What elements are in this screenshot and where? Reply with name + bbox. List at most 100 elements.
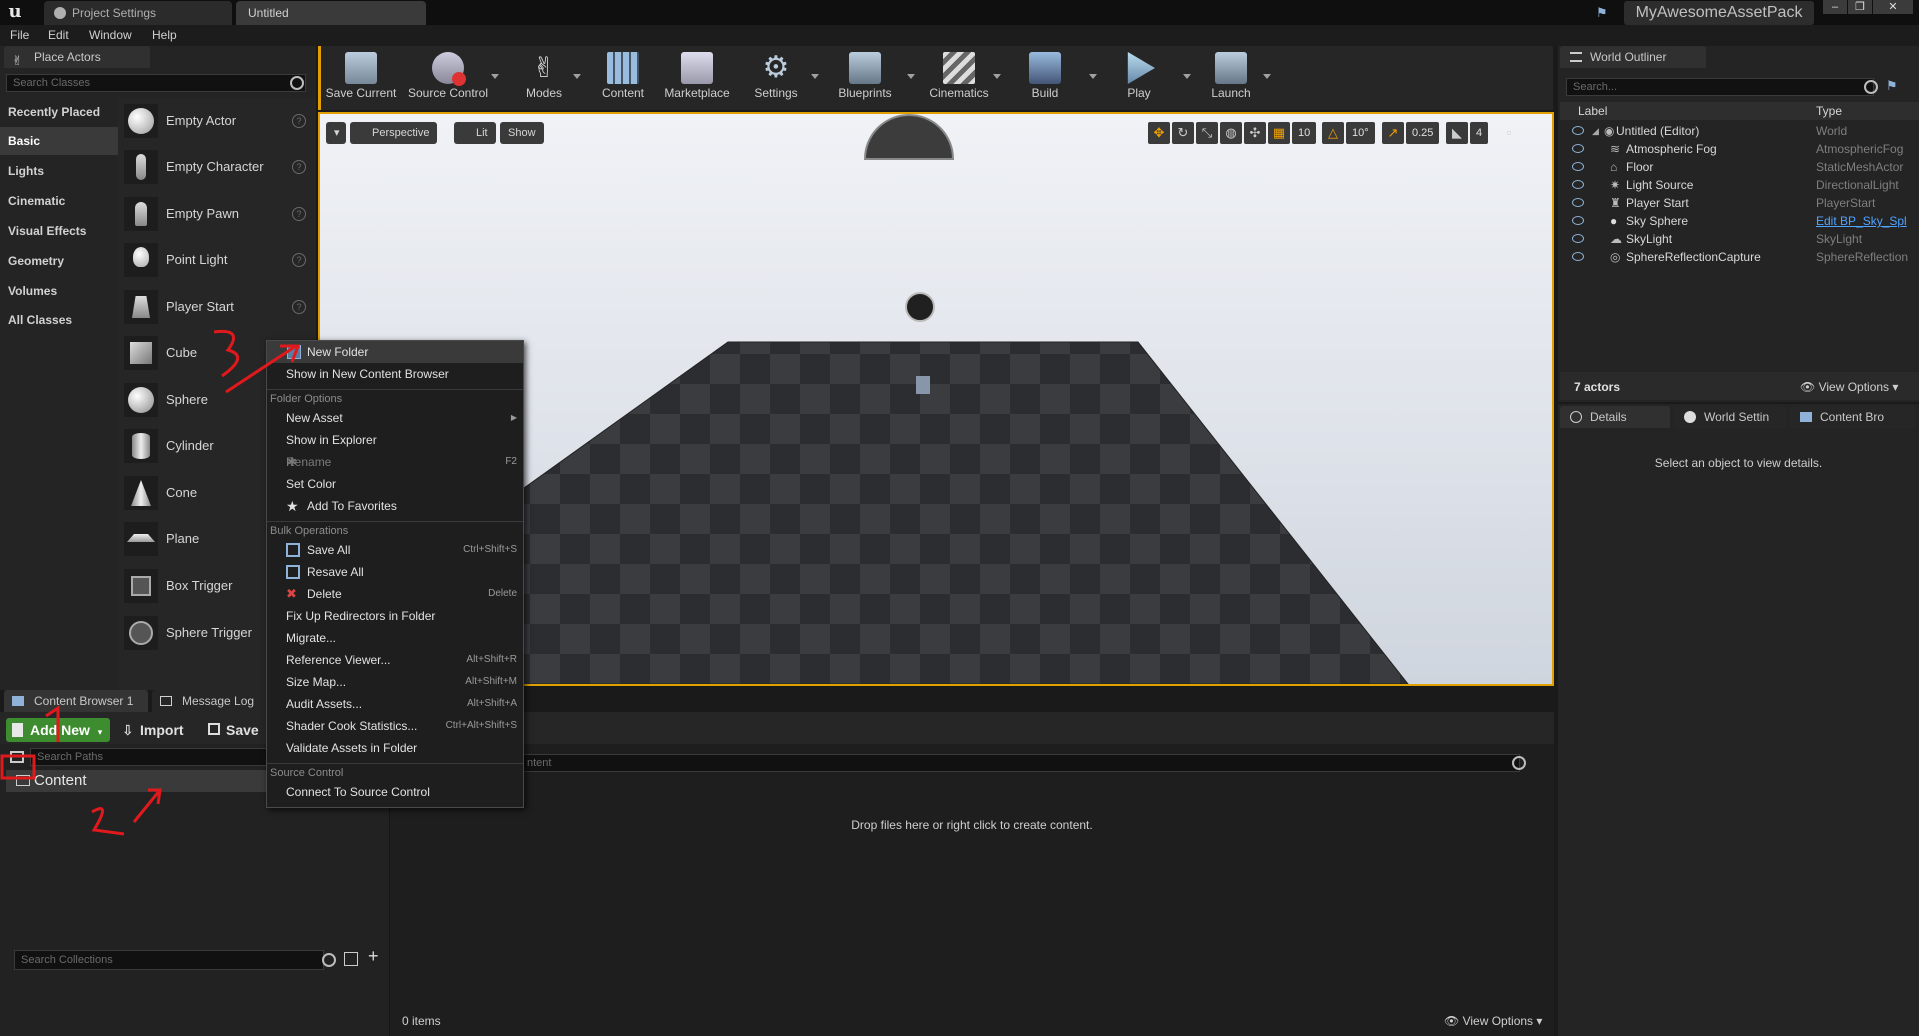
actor-player-start[interactable]: Player Start ? <box>118 284 316 330</box>
menu-show-in-explorer[interactable]: Show in Explorer <box>267 429 523 451</box>
menu-edit[interactable]: Edit <box>48 25 69 46</box>
scale-snap-value[interactable]: 0.25 <box>1406 122 1440 144</box>
outliner-row-sky-sphere[interactable]: ● Sky Sphere Edit BP_Sky_Spl <box>1560 212 1919 230</box>
eye-icon[interactable] <box>1572 180 1584 189</box>
menu-shader-cook-statistics[interactable]: Shader Cook Statistics... Ctrl+Alt+Shift… <box>267 715 523 737</box>
content-button[interactable]: Content <box>591 50 655 106</box>
eye-icon[interactable] <box>1572 198 1584 207</box>
tab-details[interactable]: Details <box>1560 406 1670 428</box>
help-icon[interactable]: ? <box>292 207 306 221</box>
menu-audit-assets[interactable]: Audit Assets... Alt+Shift+A <box>267 693 523 715</box>
scale-icon[interactable]: ⤡ <box>1196 122 1218 144</box>
source-control-button[interactable]: Source Control <box>405 50 491 106</box>
viewport-options-button[interactable]: ▾ <box>326 122 346 144</box>
help-icon[interactable]: ? <box>292 160 306 174</box>
category-all-classes[interactable]: All Classes <box>0 306 118 334</box>
minimize-icon[interactable]: – <box>1823 0 1847 14</box>
modes-button[interactable]: ✌ Modes <box>509 50 579 106</box>
menu-help[interactable]: Help <box>152 25 177 46</box>
outliner-row-player-start[interactable]: ♜ Player Start PlayerStart <box>1560 194 1919 212</box>
play-button[interactable]: Play <box>1107 50 1171 106</box>
lit-button[interactable]: Lit <box>454 122 496 144</box>
category-basic[interactable]: Basic <box>0 127 118 155</box>
add-collection-icon[interactable]: + <box>368 946 379 967</box>
tab-message-log[interactable]: Message Log <box>152 690 272 712</box>
help-icon[interactable]: ? <box>292 253 306 267</box>
menu-add-to-favorites[interactable]: ★ Add To Favorites <box>267 495 523 517</box>
rotation-snap-value[interactable]: 10° <box>1346 122 1375 144</box>
grid-snap-value[interactable]: 10 <box>1292 122 1317 144</box>
actor-empty-pawn[interactable]: Empty Pawn ? <box>118 191 316 237</box>
tab-content-browser-1[interactable]: Content Browser 1 <box>4 690 148 712</box>
tab-untitled[interactable]: Untitled <box>236 1 426 25</box>
actor-empty-actor[interactable]: Empty Actor ? <box>118 98 316 144</box>
scale-snap-icon[interactable]: ↗ <box>1382 122 1404 144</box>
perspective-button[interactable]: Perspective <box>350 122 438 144</box>
chevron-down-icon[interactable] <box>491 74 499 79</box>
category-volumes[interactable]: Volumes <box>0 277 118 305</box>
settings-button[interactable]: ⚙ Settings <box>741 50 811 106</box>
camera-speed-icon[interactable]: ◣ <box>1446 122 1468 144</box>
menu-reference-viewer[interactable]: Reference Viewer... Alt+Shift+R <box>267 649 523 671</box>
eye-icon[interactable] <box>1572 216 1584 225</box>
tab-content-browser[interactable]: Content Bro <box>1790 406 1916 428</box>
menu-resave-all[interactable]: Resave All <box>267 561 523 583</box>
chevron-down-icon[interactable] <box>1183 74 1191 79</box>
eye-icon[interactable] <box>1572 252 1584 261</box>
menu-window[interactable]: Window <box>89 25 132 46</box>
expand-arrow-icon[interactable]: ◢ <box>1592 122 1599 140</box>
menu-rename[interactable]: ✱ Rename F2 <box>267 451 523 473</box>
eye-icon[interactable] <box>1572 126 1584 135</box>
menu-save-all[interactable]: Save All Ctrl+Shift+S <box>267 539 523 561</box>
actor-point-light[interactable]: Point Light ? <box>118 237 316 283</box>
world-space-icon[interactable]: ◍ <box>1220 122 1242 144</box>
translate-icon[interactable]: ✥ <box>1148 122 1170 144</box>
show-button[interactable]: Show <box>500 122 544 144</box>
tab-world-outliner[interactable]: World Outliner <box>1560 46 1706 68</box>
tab-world-settings[interactable]: World Settin <box>1674 406 1786 428</box>
search-collections-input[interactable]: Search Collections <box>14 950 324 970</box>
menu-migrate[interactable]: Migrate... <box>267 627 523 649</box>
column-label[interactable]: Label <box>1578 102 1607 120</box>
menu-fix-up-redirectors[interactable]: Fix Up Redirectors in Folder <box>267 605 523 627</box>
tab-project-settings[interactable]: Project Settings <box>44 1 232 25</box>
search-content-input[interactable]: ntent <box>520 754 1520 772</box>
menu-show-in-new-content-browser[interactable]: Show in New Content Browser <box>267 363 523 385</box>
outliner-row-light-source[interactable]: ✷ Light Source DirectionalLight <box>1560 176 1919 194</box>
outliner-view-options-button[interactable]: 👁 View Options ▾ <box>1800 380 1898 394</box>
launch-button[interactable]: Launch <box>1199 50 1263 106</box>
category-cinematic[interactable]: Cinematic <box>0 187 118 215</box>
chevron-down-icon[interactable] <box>573 74 581 79</box>
marketplace-button[interactable]: Marketplace <box>659 50 735 106</box>
save-current-button[interactable]: Save Current <box>323 50 399 106</box>
column-type[interactable]: Type <box>1816 102 1842 120</box>
tab-place-actors[interactable]: ✌ Place Actors <box>4 46 150 68</box>
category-recently-placed[interactable]: Recently Placed <box>0 98 118 126</box>
outliner-search-input[interactable]: Search... <box>1566 78 1874 96</box>
import-button[interactable]: ⇩ Import <box>122 718 184 742</box>
actor-empty-character[interactable]: Empty Character ? <box>118 144 316 190</box>
chevron-down-icon[interactable] <box>1089 74 1097 79</box>
edit-blueprint-link[interactable]: Edit BP_Sky_Spl <box>1816 212 1907 230</box>
outliner-row-atmospheric-fog[interactable]: ≋ Atmospheric Fog AtmosphericFog <box>1560 140 1919 158</box>
chevron-down-icon[interactable] <box>811 74 819 79</box>
save-all-button[interactable]: Save <box>206 718 259 742</box>
menu-size-map[interactable]: Size Map... Alt+Shift+M <box>267 671 523 693</box>
menu-set-color[interactable]: Set Color <box>267 473 523 495</box>
menu-connect-to-source-control[interactable]: Connect To Source Control <box>267 781 523 803</box>
menu-file[interactable]: File <box>10 25 29 46</box>
category-lights[interactable]: Lights <box>0 157 118 185</box>
add-new-button[interactable]: Add New ▾ <box>6 718 110 742</box>
menu-new-folder[interactable]: New Folder <box>267 341 523 363</box>
menu-validate-assets[interactable]: Validate Assets in Folder <box>267 737 523 759</box>
outliner-settings-icon[interactable]: ⚑ <box>1886 78 1904 96</box>
menu-delete[interactable]: ✖ Delete Delete <box>267 583 523 605</box>
eye-icon[interactable] <box>1572 234 1584 243</box>
outliner-row-skylight[interactable]: ☁ SkyLight SkyLight <box>1560 230 1919 248</box>
surface-snap-icon[interactable]: ✣ <box>1244 122 1266 144</box>
maximize-icon[interactable]: ❐ <box>1848 0 1872 14</box>
menu-new-asset[interactable]: New Asset ▶ <box>267 407 523 429</box>
category-visual-effects[interactable]: Visual Effects <box>0 217 118 245</box>
view-options-button[interactable]: 👁 View Options ▾ <box>1444 1014 1542 1028</box>
cinematics-button[interactable]: Cinematics <box>921 50 997 106</box>
